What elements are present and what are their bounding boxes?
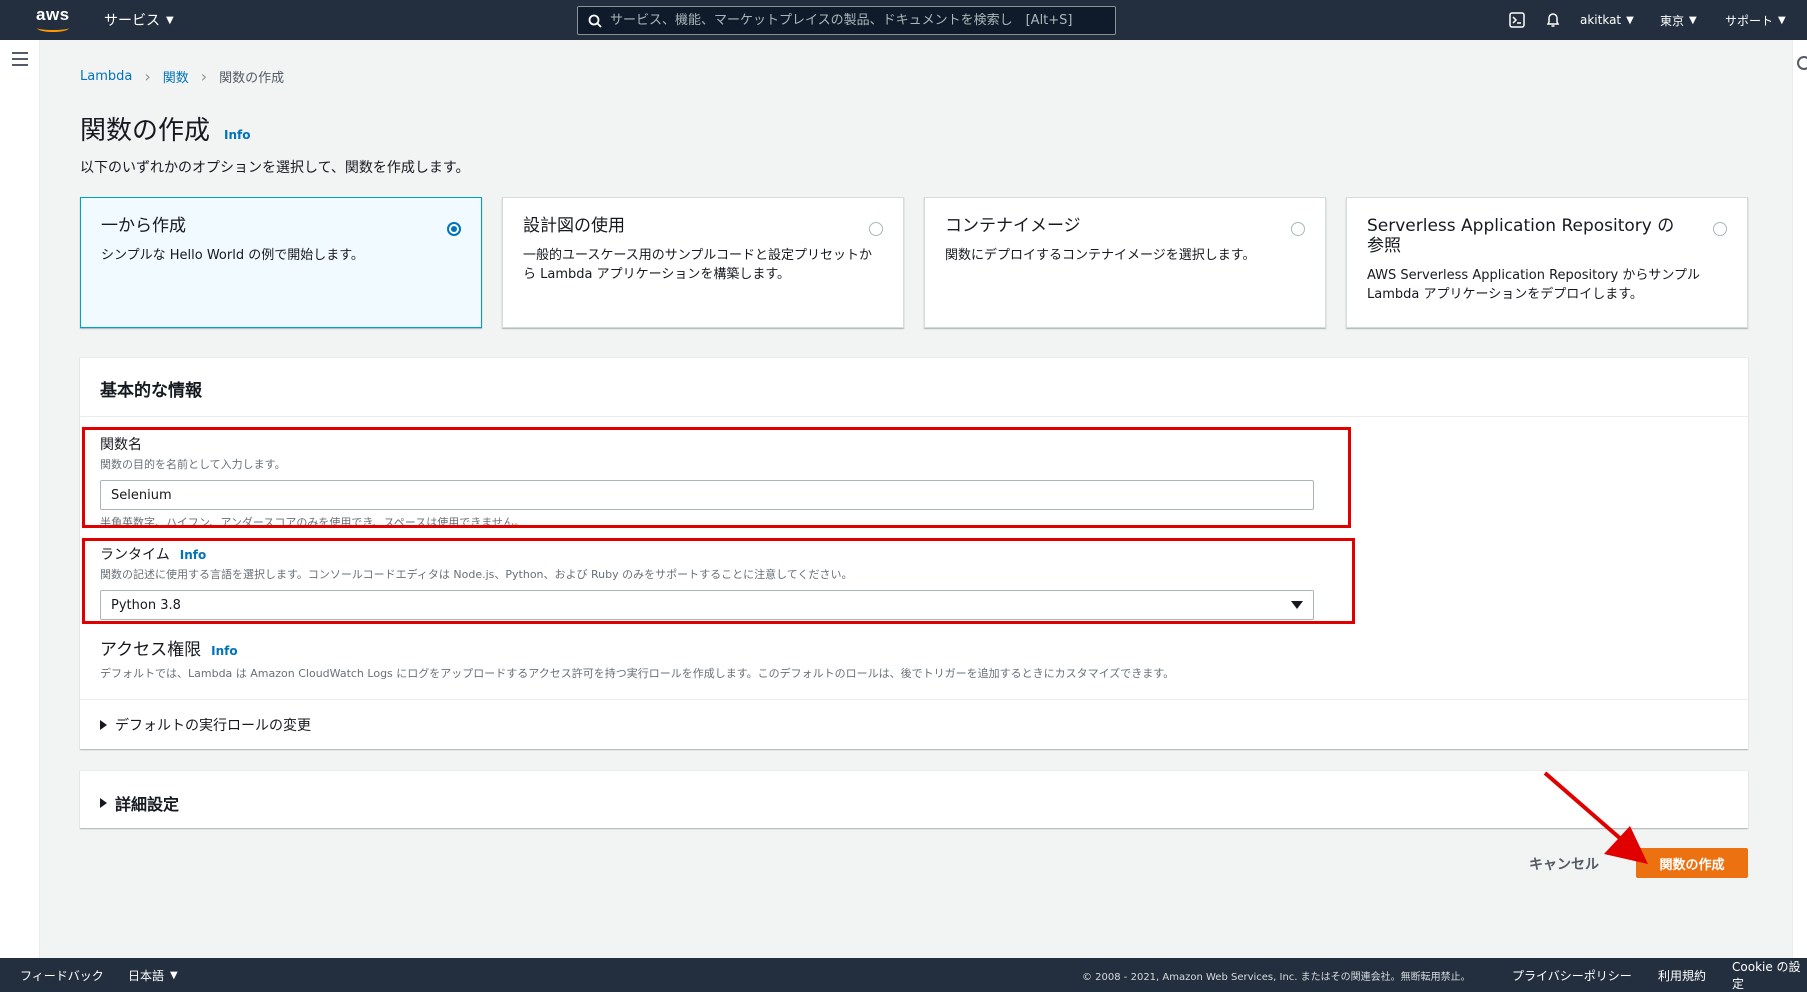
option-title: コンテナイメージ [945, 216, 1081, 236]
copyright: © 2008 - 2021, Amazon Web Services, Inc.… [1082, 971, 1471, 983]
option-desc: 一般的ユースケース用のサンプルコードと設定プリセットから Lambda アプリケ… [523, 248, 873, 282]
option-desc: AWS Serverless Application Repository から… [1367, 268, 1700, 302]
page-title: 関数の作成 [80, 116, 211, 146]
left-sidebar [0, 40, 40, 958]
support-label: サポート [1725, 13, 1774, 28]
option-container-image[interactable]: コンテナイメージ 関数にデプロイするコンテナイメージを選択します。 [924, 197, 1326, 328]
caret-down-icon: ▼ [1778, 14, 1786, 26]
red-arrow-annotation [1543, 771, 1648, 864]
option-title: 設計図の使用 [523, 216, 625, 236]
support-menu[interactable]: サポート ▼ [1725, 0, 1786, 40]
cookie-settings-link[interactable]: Cookie の設定 [1732, 958, 1807, 992]
page-info-link[interactable]: Info [224, 128, 250, 142]
option-desc: 関数にデプロイするコンテナイメージを選択します。 [945, 248, 1256, 263]
option-radio[interactable] [447, 222, 461, 236]
cloudshell-button[interactable] [1509, 0, 1525, 40]
option-author-from-scratch[interactable]: 一から作成 シンプルな Hello World の例で開始します。 [80, 197, 482, 328]
breadcrumb: Lambda › 関数 › 関数の作成 [80, 67, 284, 86]
caret-down-icon: ▼ [1689, 14, 1697, 26]
panel-header: 基本的な情報 [80, 358, 1748, 417]
caret-down-icon: ▼ [166, 14, 174, 26]
services-label: サービス [104, 13, 160, 29]
caret-right-icon [100, 798, 107, 808]
advanced-settings-expander[interactable]: 詳細設定 [100, 791, 179, 815]
page-subtitle: 以下のいずれかのオプションを選択して、関数を作成します。 [80, 160, 470, 176]
bell-icon [1546, 13, 1560, 27]
option-radio[interactable] [869, 222, 883, 236]
advanced-settings-panel: 詳細設定 [80, 770, 1748, 828]
terminal-icon [1509, 12, 1525, 28]
expander-label: 詳細設定 [115, 795, 180, 814]
highlight-box-function-name [82, 427, 1351, 528]
menu-icon[interactable] [12, 52, 28, 66]
aws-smile-icon [37, 24, 69, 32]
search-icon [588, 14, 602, 28]
services-menu[interactable]: サービス ▼ [104, 10, 174, 30]
permissions-title: アクセス権限 Info [100, 640, 238, 660]
account-menu[interactable]: akitkat ▼ [1580, 0, 1634, 40]
info-panel-icon[interactable] [1797, 56, 1807, 70]
option-radio[interactable] [1713, 222, 1727, 236]
breadcrumb-current: 関数の作成 [219, 71, 285, 86]
caret-right-icon [100, 720, 107, 730]
option-title: Serverless Application Repository の参照 [1367, 216, 1675, 256]
terms-link[interactable]: 利用規約 [1658, 958, 1706, 992]
highlight-box-runtime [82, 538, 1355, 624]
permissions-desc: デフォルトでは、Lambda は Amazon CloudWatch Logs … [100, 667, 1175, 680]
page-title-row: 関数の作成 Info [80, 110, 251, 147]
expander-label: デフォルトの実行ロールの変更 [115, 718, 311, 734]
change-default-role-expander[interactable]: デフォルトの実行ロールの変更 [100, 715, 311, 735]
notifications-button[interactable] [1545, 0, 1561, 40]
privacy-link[interactable]: プライバシーポリシー [1512, 958, 1632, 992]
global-search[interactable] [577, 6, 1116, 35]
option-radio[interactable] [1291, 222, 1305, 236]
aws-logo[interactable]: aws [36, 5, 72, 33]
search-input[interactable] [610, 13, 1115, 28]
divider [80, 699, 1748, 700]
option-desc: シンプルな Hello World の例で開始します。 [101, 248, 364, 263]
account-name: akitkat [1580, 13, 1622, 27]
option-serverless-repository[interactable]: Serverless Application Repository の参照 AW… [1346, 197, 1748, 328]
caret-down-icon: ▼ [170, 969, 178, 981]
top-navigation: aws サービス ▼ akitkat ▼ 東京 ▼ サポート ▼ [0, 0, 1807, 40]
permissions-info-link[interactable]: Info [211, 644, 237, 658]
chevron-right-icon: › [200, 67, 208, 86]
caret-down-icon: ▼ [1626, 14, 1634, 26]
language-menu[interactable]: 日本語 ▼ [128, 958, 178, 992]
basic-information-panel: 基本的な情報 関数名 関数の目的を名前として入力します。 半角英数字、ハイフン、… [80, 357, 1748, 749]
option-title: 一から作成 [101, 216, 186, 236]
chevron-right-icon: › [144, 67, 151, 86]
region-menu[interactable]: 東京 ▼ [1660, 0, 1697, 40]
option-use-blueprint[interactable]: 設計図の使用 一般的ユースケース用のサンプルコードと設定プリセットから Lamb… [502, 197, 904, 328]
aws-logo-text: aws [36, 5, 70, 24]
footer: フィードバック 日本語 ▼ © 2008 - 2021, Amazon Web … [0, 958, 1807, 992]
feedback-link[interactable]: フィードバック [20, 958, 104, 992]
right-sidebar [1792, 40, 1807, 958]
region-name: 東京 [1660, 13, 1685, 28]
breadcrumb-functions[interactable]: 関数 [163, 67, 189, 86]
breadcrumb-lambda[interactable]: Lambda [80, 69, 132, 84]
